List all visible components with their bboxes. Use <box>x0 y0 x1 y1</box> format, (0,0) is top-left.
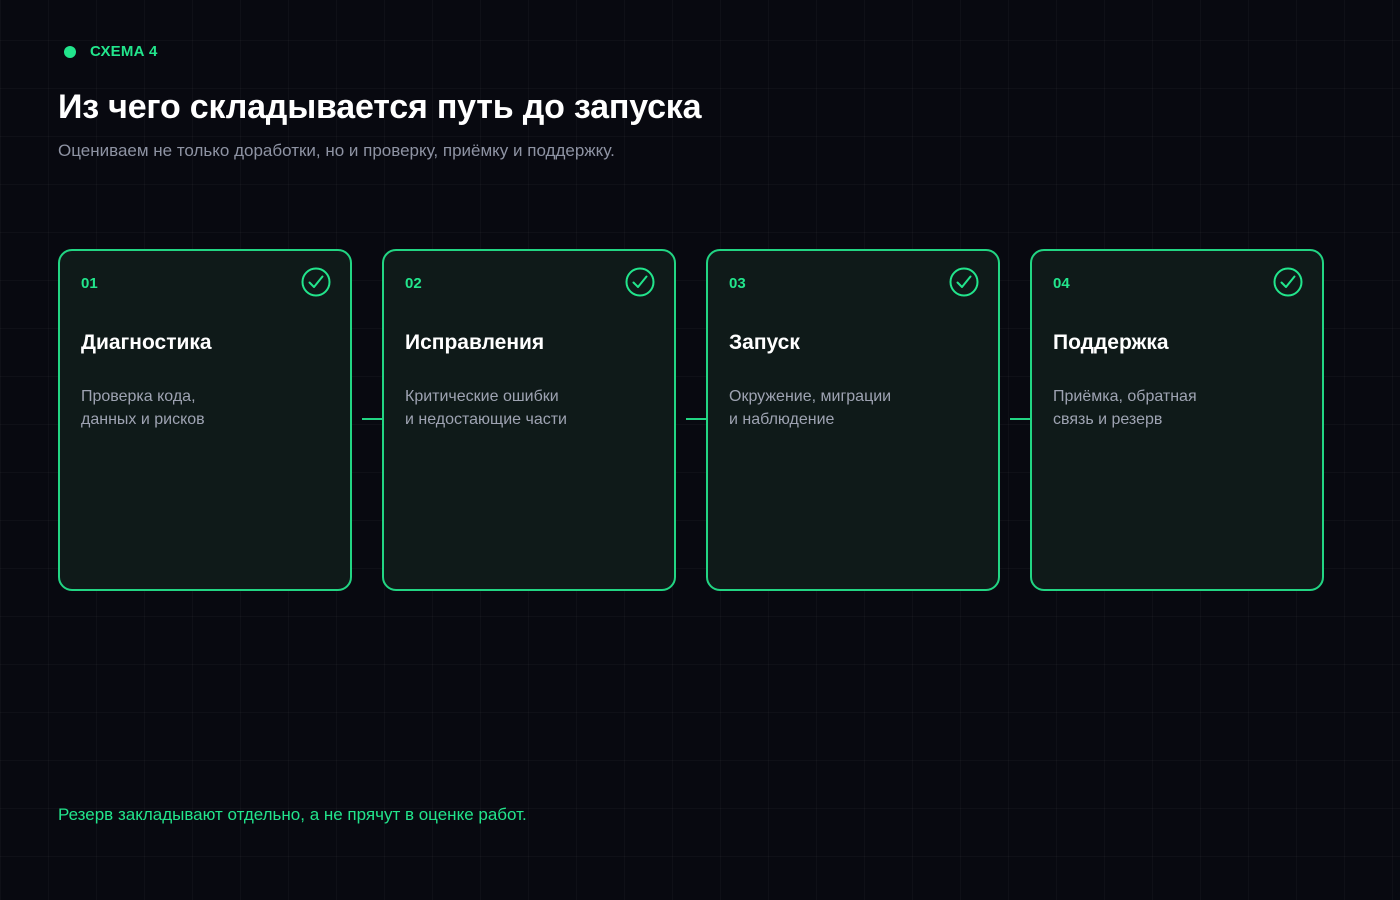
step-description: Окружение, миграции и наблюдение <box>729 385 979 431</box>
step-card-diagnostics: 01 Диагностика Проверка кода, данных и р… <box>58 249 352 591</box>
step-title: Поддержка <box>1053 331 1169 354</box>
step-number: 04 <box>1053 275 1070 292</box>
diagram-page: СХЕМА 4 Из чего складывается путь до зап… <box>0 0 1400 900</box>
check-circle-icon <box>949 267 979 297</box>
step-card-launch: 03 Запуск Окружение, миграции и наблюден… <box>706 249 1000 591</box>
scheme-label: СХЕМА 4 <box>64 43 158 60</box>
footnote: Резерв закладывают отдельно, а не прячут… <box>58 805 527 824</box>
step-title: Запуск <box>729 331 800 354</box>
step-title: Исправления <box>405 331 545 354</box>
step-description-line: Приёмка, обратная <box>1053 388 1197 405</box>
step-card-support: 04 Поддержка Приёмка, обратная связь и р… <box>1030 249 1324 591</box>
step-description-line: связь и резерв <box>1053 411 1163 428</box>
step-description: Приёмка, обратная связь и резерв <box>1053 385 1303 431</box>
check-circle-icon <box>625 267 655 297</box>
check-circle-icon <box>301 267 331 297</box>
step-number: 03 <box>729 275 746 292</box>
check-circle-icon <box>1273 267 1303 297</box>
step-description-line: Окружение, миграции <box>729 388 892 405</box>
step-description-line: и наблюдение <box>729 411 835 428</box>
steps-flow: 01 Диагностика Проверка кода, данных и р… <box>58 249 1324 591</box>
step-title: Диагностика <box>81 331 212 354</box>
step-description-line: Критические ошибки <box>405 388 559 405</box>
step-number: 01 <box>81 275 98 292</box>
scheme-label-text: СХЕМА 4 <box>90 43 158 60</box>
page-subtitle: Оцениваем не только доработки, но и пров… <box>58 141 615 160</box>
step-description-line: и недостающие части <box>405 411 567 428</box>
page-title: Из чего складывается путь до запуска <box>58 88 702 126</box>
step-description: Критические ошибки и недостающие части <box>405 385 655 431</box>
step-number: 02 <box>405 275 422 292</box>
step-description-line: данных и рисков <box>81 411 205 428</box>
step-description-line: Проверка кода, <box>81 388 196 405</box>
step-card-fixes: 02 Исправления Критические ошибки и недо… <box>382 249 676 591</box>
step-description: Проверка кода, данных и рисков <box>81 385 331 431</box>
status-dot-icon <box>64 45 76 58</box>
